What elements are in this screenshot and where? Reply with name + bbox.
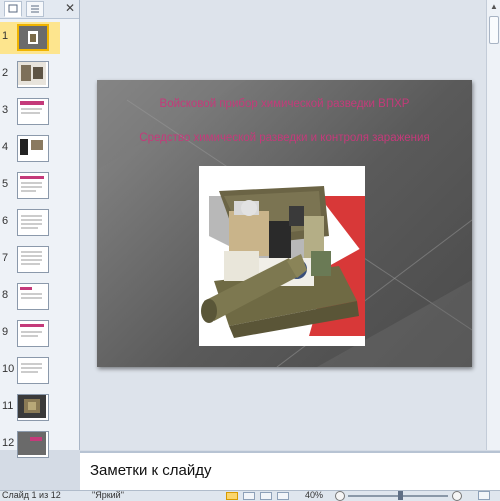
slide-number: 2 (2, 67, 9, 79)
slide-number: 8 (2, 289, 9, 301)
slide-thumbnail-image (17, 357, 49, 384)
zoom-slider-thumb[interactable] (398, 491, 403, 500)
slide-thumbnail[interactable]: 8 (0, 281, 60, 313)
outline-tab-icon (31, 5, 39, 13)
tab-slides[interactable] (4, 1, 22, 17)
slide-number: 9 (2, 326, 9, 338)
slide-thumbnail[interactable]: 11 (0, 392, 60, 424)
slide-thumbnail-image (17, 320, 49, 347)
slide-number: 6 (2, 215, 9, 227)
slide-subtitle[interactable]: Средство химической разведки и контроля … (137, 131, 432, 145)
slide-thumbnail-image (17, 61, 49, 88)
slide-thumbnail[interactable]: 2 (0, 59, 60, 91)
slide-thumbnail[interactable]: 6 (0, 207, 60, 239)
slide-thumbnail-image (17, 246, 49, 273)
slide-thumbnail-image (17, 394, 49, 421)
notes-placeholder[interactable]: Заметки к слайду (90, 462, 212, 479)
slide-photo[interactable] (199, 166, 365, 346)
slides-tab-icon (8, 4, 18, 13)
slide-number: 1 (2, 30, 9, 42)
slide-number: 4 (2, 141, 9, 153)
tab-outline[interactable] (26, 1, 44, 17)
vertical-scrollbar[interactable]: ▲ (486, 0, 500, 450)
slide-thumbnail[interactable]: 12 (0, 429, 60, 461)
slide-thumbnail[interactable]: 7 (0, 244, 60, 276)
slide-thumbnail[interactable]: 10 (0, 355, 60, 387)
reading-view-button[interactable] (260, 492, 272, 500)
slide-number: 7 (2, 252, 9, 264)
slide-title[interactable]: Войсковой прибор химической разведки ВПХ… (97, 98, 472, 110)
slideshow-view-button[interactable] (277, 492, 289, 500)
slide-thumbnail-image (17, 209, 49, 236)
slide-number: 5 (2, 178, 9, 190)
slide-number: 3 (2, 104, 9, 116)
fit-to-window-button[interactable] (478, 491, 490, 500)
pane-tabs: ✕ (0, 0, 79, 19)
slide-number: 12 (2, 437, 15, 449)
slide-thumbnail[interactable]: 9 (0, 318, 60, 350)
notes-pane[interactable]: Заметки к слайду (80, 451, 500, 492)
chemical-reconnaissance-kit-image (199, 166, 365, 346)
slide-thumbnail-image (17, 98, 49, 125)
slide-thumbnail-image (17, 172, 49, 199)
slide-thumbnail-image (17, 135, 49, 162)
scroll-up-icon[interactable]: ▲ (489, 2, 499, 12)
slide-thumbnail-image (17, 24, 49, 51)
zoom-level[interactable]: 40% (305, 491, 323, 501)
slide-thumbnail[interactable]: 1 (0, 22, 60, 54)
slide-canvas[interactable]: Войсковой прибор химической разведки ВПХ… (97, 80, 472, 367)
status-bar: Слайд 1 из 12 "Яркий" 40% (0, 490, 500, 501)
slide-number: 10 (2, 363, 15, 375)
close-pane-icon[interactable]: ✕ (64, 2, 76, 14)
slide-thumbnail-image (17, 431, 49, 458)
slide-number: 11 (2, 400, 14, 412)
normal-view-button[interactable] (226, 492, 238, 500)
slide-indicator: Слайд 1 из 12 (2, 490, 61, 500)
scrollbar-thumb[interactable] (489, 16, 499, 44)
theme-name[interactable]: "Яркий" (92, 491, 124, 501)
slide-thumbnail-image (17, 283, 49, 310)
slide-thumbnail[interactable]: 5 (0, 170, 60, 202)
slide-sorter-view-button[interactable] (243, 492, 255, 500)
slides-pane: ✕ 1 2 3 4 5 6 7 8 9 10 11 12 (0, 0, 80, 458)
slide-thumbnail[interactable]: 3 (0, 96, 60, 128)
slide-thumbnail[interactable]: 4 (0, 133, 60, 165)
thumbnail-list: 1 2 3 4 5 6 7 8 9 10 11 12 (0, 22, 79, 458)
